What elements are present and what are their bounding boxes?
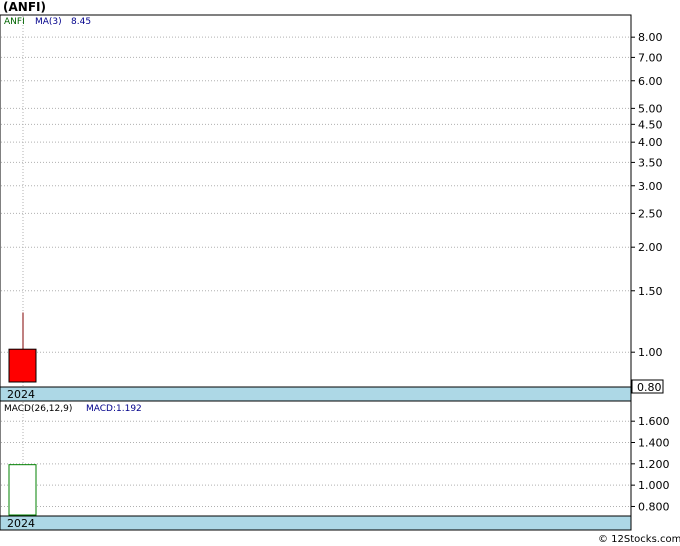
- candle-body: [8, 348, 37, 383]
- price-x-axis-label: 2024: [7, 388, 35, 401]
- stock-chart: (ANFI) 8.00 7.00 6.00 5.00 4.50 4.00 3.50 3.00 2…: [0, 0, 680, 545]
- price-tick-label: 8.00: [638, 31, 663, 44]
- price-tick-label: 1.00: [638, 346, 663, 359]
- price-tick-label: 6.00: [638, 75, 663, 88]
- price-tick-label: 7.00: [638, 51, 663, 64]
- legend-ma-label: MA(3): [35, 17, 62, 27]
- footer-credit: © 12Stocks.com: [598, 534, 680, 545]
- macd-x-axis-label: 2024: [7, 517, 35, 530]
- price-plot-area: [0, 14, 632, 388]
- macd-tick-label: 1.000: [638, 479, 670, 492]
- macd-panel: 1.6001.4001.2001.0000.800 MACD(26,12,9) …: [0, 400, 670, 531]
- macd-tick-label: 1.400: [638, 437, 670, 450]
- macd-legend-value: MACD:1.192: [86, 404, 142, 414]
- price-panel: 8.00 7.00 6.00 5.00 4.50 4.00 3.50 3.00 2.50 2.00…: [0, 14, 664, 402]
- chart-title: (ANFI): [3, 0, 46, 14]
- price-x-axis-band: [0, 386, 632, 402]
- last-price-label: 0.80: [637, 381, 662, 394]
- macd-plot-area: [0, 400, 632, 517]
- price-tick-label: 3.00: [638, 180, 663, 193]
- price-tick-label: 3.50: [638, 156, 663, 169]
- price-tick-label: 5.00: [638, 102, 663, 115]
- macd-tick-label: 1.200: [638, 458, 670, 471]
- macd-tick-label: 0.800: [638, 500, 670, 513]
- macd-bar: [8, 464, 37, 516]
- macd-legend-params: MACD(26,12,9): [4, 404, 72, 414]
- macd-y-axis: 1.600 1.400 1.200 1.000 0.800: [631, 415, 670, 513]
- macd-x-axis-band: [0, 515, 632, 531]
- legend-symbol: ANFI: [4, 17, 25, 27]
- price-tick-label: 1.50: [638, 285, 663, 298]
- legend-ma-value: 8.45: [71, 17, 91, 27]
- macd-tick-label: 1.600: [638, 415, 670, 428]
- price-tick-label: 2.00: [638, 241, 663, 254]
- price-tick-label: 4.50: [638, 118, 663, 131]
- price-tick-label: 2.50: [638, 207, 663, 220]
- price-tick-label: 4.00: [638, 136, 663, 149]
- price-y-axis: 8.00 7.00 6.00 5.00 4.50 4.00 3.50 3.00 2.50 2.00…: [631, 31, 663, 359]
